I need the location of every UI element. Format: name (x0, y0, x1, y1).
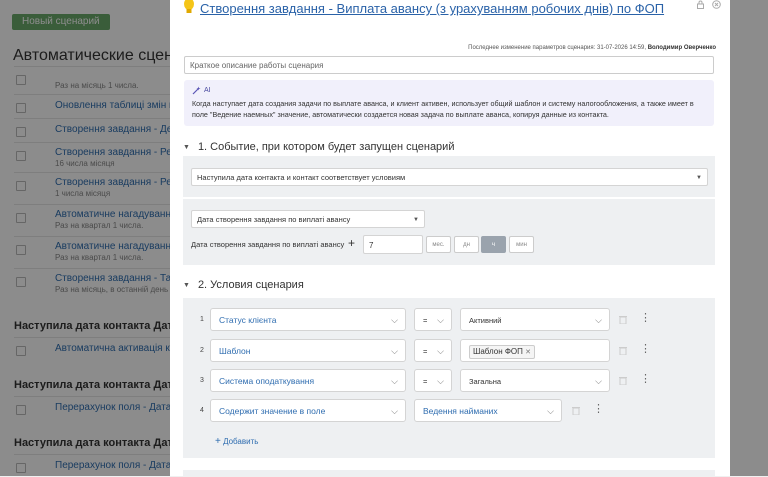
condition-field-select[interactable]: Система оподаткування ⌵ (210, 369, 406, 392)
last-modified: Последнее изменение параметров сценария:… (468, 45, 716, 51)
condition-value-multiselect[interactable]: Шаблон ФОП ✕ (460, 339, 610, 362)
caret-down-icon: ▼ (413, 217, 419, 223)
caret-down-icon: ▼ (183, 144, 190, 151)
chevron-down-icon: ⌵ (595, 315, 602, 325)
condition-value-select[interactable]: Загальна ⌵ (460, 369, 610, 392)
caret-down-icon: ▼ (183, 282, 190, 289)
section-conditions-title: 2. Условия сценария (197, 279, 304, 291)
condition-value-select[interactable]: Ведення найманих ⌵ (414, 399, 562, 422)
more-options-icon[interactable]: ⋮ (640, 313, 651, 324)
lightbulb-icon (184, 0, 194, 13)
offset-label: Дата створення завдання по виплаті аванс… (191, 240, 345, 249)
chevron-down-icon: ⌵ (391, 406, 398, 416)
condition-operator-select[interactable]: = ⌵ (414, 339, 452, 362)
condition-number: 1 (200, 316, 204, 323)
more-options-icon[interactable]: ⋮ (593, 404, 604, 415)
chevron-down-icon: ⌵ (437, 315, 444, 325)
close-icon[interactable] (711, 0, 721, 10)
date-field-select[interactable]: Дата створення завдання по виплаті аванс… (191, 210, 425, 228)
offset-value-input[interactable]: 7 (363, 235, 423, 254)
ai-summary: AI Когда наступает дата создания задачи … (184, 80, 714, 126)
section-event-title: 1. Событие, при котором будет запущен сц… (197, 141, 455, 153)
chevron-down-icon: ⌵ (391, 315, 398, 325)
section-conditions-heading[interactable]: ▼ 2. Условия сценария (183, 279, 304, 291)
trash-icon[interactable] (619, 315, 627, 324)
next-section-panel (183, 470, 715, 476)
chevron-down-icon: ⌵ (595, 376, 602, 386)
ai-label: AI (204, 87, 211, 94)
plus-icon: + (215, 436, 221, 447)
event-select[interactable]: Наступила дата контакта и контакт соотве… (191, 168, 708, 186)
trash-icon[interactable] (619, 376, 627, 385)
unit-months-button[interactable]: мес. (426, 236, 451, 253)
description-input[interactable]: Краткое описание работы сценария (184, 56, 714, 74)
section-event-heading[interactable]: ▼ 1. Событие, при котором будет запущен с… (183, 141, 454, 153)
condition-number: 4 (200, 407, 204, 414)
chevron-down-icon: ⌵ (391, 346, 398, 356)
chevron-down-icon: ⌵ (437, 376, 444, 386)
trash-icon[interactable] (619, 346, 627, 355)
condition-number: 2 (200, 347, 204, 354)
chevron-down-icon: ⌵ (391, 376, 398, 386)
more-options-icon[interactable]: ⋮ (640, 344, 651, 355)
condition-operator-select[interactable]: = ⌵ (414, 308, 452, 331)
condition-field-select[interactable]: Содержит значение в поле ⌵ (210, 399, 406, 422)
trash-icon[interactable] (572, 406, 580, 415)
condition-value-select[interactable]: Активний ⌵ (460, 308, 610, 331)
condition-operator-select[interactable]: = ⌵ (414, 369, 452, 392)
unit-hours-button[interactable]: ч (481, 236, 506, 253)
selected-chip: Шаблон ФОП ✕ (469, 345, 536, 359)
ai-summary-text: Когда наступает дата создания задачи по … (192, 99, 694, 119)
lock-icon[interactable] (695, 0, 705, 10)
remove-chip-icon[interactable]: ✕ (525, 349, 531, 356)
modal-title[interactable]: Створення завдання - Виплата авансу (з у… (200, 1, 664, 16)
unit-minutes-button[interactable]: мин (509, 236, 534, 253)
condition-field-select[interactable]: Шаблон ⌵ (210, 339, 406, 362)
caret-down-icon: ▼ (696, 175, 702, 181)
magic-wand-icon (192, 86, 201, 95)
more-options-icon[interactable]: ⋮ (640, 374, 651, 385)
add-condition-label: Добавить (223, 437, 259, 446)
date-panel (183, 199, 715, 265)
chevron-down-icon: ⌵ (437, 346, 444, 356)
condition-number: 3 (200, 377, 204, 384)
unit-days-button[interactable]: дн (454, 236, 479, 253)
plus-sign: + (348, 236, 356, 250)
scenario-editor-modal: Створення завдання - Виплата авансу (з у… (170, 0, 730, 476)
chevron-down-icon: ⌵ (547, 406, 554, 416)
condition-field-select[interactable]: Статус клієнта ⌵ (210, 308, 406, 331)
add-condition-button[interactable]: + Добавить (215, 436, 258, 447)
modal-header: Створення завдання - Виплата авансу (з у… (170, 0, 730, 32)
